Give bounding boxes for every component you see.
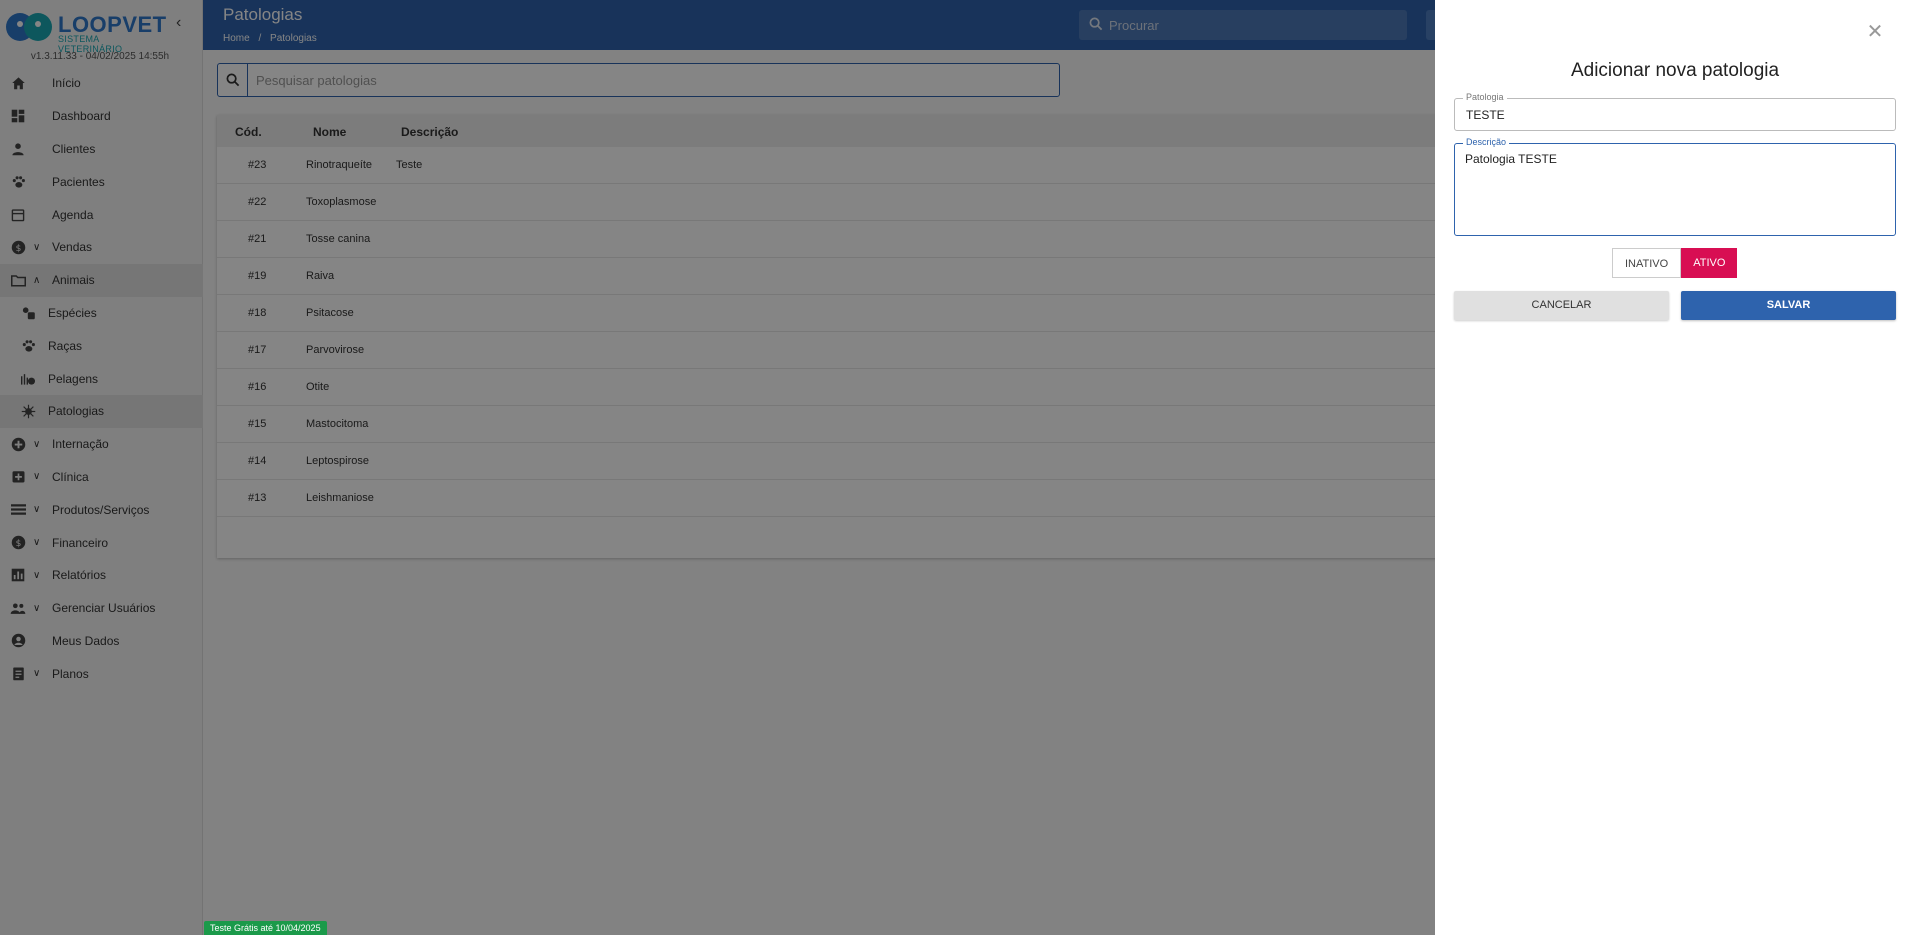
description-field-label: Descrição [1463, 137, 1510, 147]
description-textarea[interactable]: Patologia TESTE [1465, 152, 1885, 227]
add-pathology-drawer: ✕ Adicionar nova patologia Patologia Des… [1435, 0, 1915, 935]
save-button[interactable]: SALVAR [1681, 291, 1896, 320]
pathology-field-label: Patologia [1463, 92, 1507, 102]
status-toggle: INATIVO ATIVO [1612, 248, 1738, 278]
drawer-title: Adicionar nova patologia [1570, 60, 1780, 81]
description-field: Descrição Patologia TESTE [1454, 137, 1896, 236]
trial-badge: Teste Grátis até 10/04/2025 [204, 921, 327, 935]
cancel-button[interactable]: CANCELAR [1454, 291, 1669, 320]
modal-backdrop[interactable] [0, 0, 1435, 935]
status-active-button[interactable]: ATIVO [1681, 248, 1738, 278]
status-inactive-button[interactable]: INATIVO [1612, 248, 1682, 278]
pathology-input[interactable] [1466, 108, 1886, 122]
close-icon[interactable]: ✕ [1863, 20, 1887, 44]
pathology-field: Patologia [1454, 92, 1896, 131]
